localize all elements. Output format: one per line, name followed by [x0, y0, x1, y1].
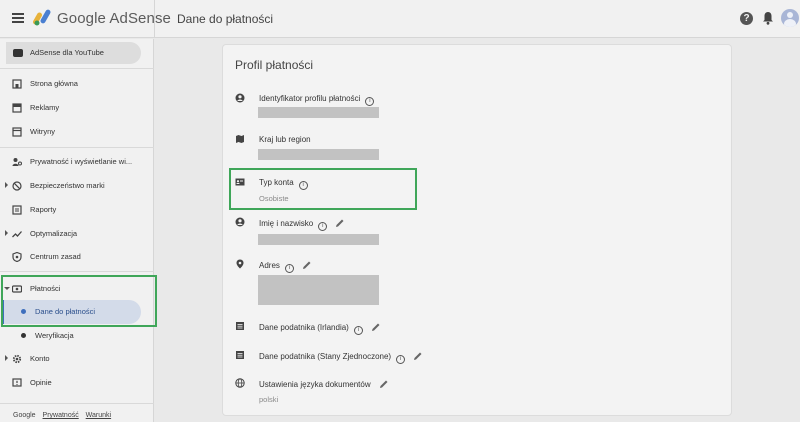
sidebar-item-feedback[interactable]: Opinie [0, 374, 154, 392]
pencil-icon[interactable] [371, 322, 381, 332]
sidebar-item-label: Konto [30, 354, 50, 363]
top-app-bar: Google AdSense Dane do płatności ? [0, 0, 800, 38]
sidebar-item-privacy[interactable]: Prywatność i wyświetlanie wi... [0, 153, 154, 171]
payment-profile-card: Profil płatności Identyfikator profilu p… [222, 44, 732, 416]
field-label: Imię i nazwisko i [259, 218, 345, 231]
sidebar-divider [0, 68, 154, 69]
sidebar-divider [0, 147, 154, 148]
avatar[interactable] [781, 9, 799, 27]
account-type-highlight-box [229, 168, 417, 210]
home-icon [12, 79, 22, 89]
pencil-icon[interactable] [302, 260, 312, 270]
adsense-logo [33, 9, 51, 26]
gear-icon [12, 354, 22, 364]
footer-google: Google [13, 412, 36, 419]
pin-icon [236, 259, 244, 269]
map-icon [236, 135, 244, 143]
feedback-icon [12, 378, 22, 387]
ads-icon [12, 103, 22, 113]
redacted-value [258, 149, 379, 160]
sidebar-item-home[interactable]: Strona główna [0, 75, 154, 93]
info-icon[interactable]: i [284, 264, 294, 273]
sidebar-item-label: Witryny [30, 127, 55, 136]
pencil-icon[interactable] [379, 379, 389, 389]
globe-icon [235, 378, 245, 388]
sidebar-item-brand-safety[interactable]: Bezpieczeństwo marki [0, 177, 154, 195]
field-label: Kraj lub region [259, 135, 311, 144]
bell-icon[interactable] [762, 11, 774, 25]
pencil-icon[interactable] [413, 351, 423, 361]
sites-icon [12, 127, 22, 137]
sidebar-divider [0, 271, 154, 272]
menu-icon[interactable] [12, 13, 24, 23]
sidebar-item-label: Bezpieczeństwo marki [30, 181, 105, 190]
sidebar-subitem-label: Weryfikacja [35, 331, 74, 340]
field-tax-info-us: Dane podatnika (Stany Zjednoczone) i [223, 350, 731, 374]
sidebar-item-label: Strona główna [30, 79, 78, 88]
pencil-icon[interactable] [335, 218, 345, 228]
sidebar-item-reports[interactable]: Raporty [0, 201, 154, 219]
field-document-language: Ustawienia języka dokumentów polski [223, 378, 731, 414]
field-label: Dane podatnika (Irlandia) i [259, 322, 381, 335]
document-icon [236, 351, 244, 359]
header-divider [154, 0, 155, 38]
redacted-value [258, 234, 379, 245]
field-tax-info-ireland: Dane podatnika (Irlandia) i [223, 321, 731, 345]
sidebar-item-label: Reklamy [30, 103, 60, 112]
person-icon [235, 93, 245, 103]
field-payment-profile-id: Identyfikator profilu płatności i [223, 93, 731, 133]
sidebar-item-label: AdSense dla YouTube [30, 48, 104, 57]
page-title: Dane do płatności [177, 12, 274, 26]
sidebar-item-ads[interactable]: Reklamy [0, 99, 154, 117]
terms-link[interactable]: Warunki [86, 412, 111, 419]
privacy-link[interactable]: Prywatność [43, 412, 79, 419]
sidebar-item-label: Centrum zasad [30, 252, 81, 261]
block-icon [12, 181, 22, 191]
sidebar-item-optimization[interactable]: Optymalizacja [0, 225, 154, 243]
info-icon[interactable]: i [353, 326, 363, 335]
sidebar-nav: AdSense dla YouTube Strona główna Reklam… [0, 39, 154, 422]
sidebar-item-label: Opinie [30, 378, 52, 387]
field-value: polski [259, 395, 279, 404]
privacy-icon [12, 158, 22, 166]
card-title: Profil płatności [235, 58, 314, 72]
info-icon[interactable]: i [318, 222, 328, 231]
sidebar-item-policy-center[interactable]: Centrum zasad [0, 248, 154, 266]
sidebar-divider [0, 403, 154, 404]
sidebar-footer: Google Prywatność Warunki [13, 412, 116, 419]
reports-icon [12, 205, 22, 215]
sidebar-item-adsense-youtube[interactable]: AdSense dla YouTube [6, 42, 141, 64]
sidebar-item-label: Optymalizacja [30, 229, 78, 238]
sidebar-item-label: Prywatność i wyświetlanie wi... [30, 157, 133, 166]
field-label: Ustawienia języka dokumentów [259, 379, 389, 389]
shield-icon [12, 252, 22, 262]
field-full-name: Imię i nazwisko i [223, 217, 731, 257]
field-label: Adres i [259, 260, 312, 273]
payments-highlight-box [1, 275, 157, 327]
chevron-right-icon[interactable] [5, 230, 8, 236]
sidebar-item-label: Raporty [30, 205, 57, 214]
youtube-icon [13, 49, 23, 57]
redacted-value [258, 107, 379, 118]
help-icon[interactable]: ? [740, 12, 753, 25]
info-icon[interactable]: i [365, 97, 375, 106]
sidebar-item-sites[interactable]: Witryny [0, 123, 154, 141]
bullet-icon [21, 333, 26, 338]
info-icon[interactable]: i [396, 355, 406, 364]
trend-icon [12, 231, 22, 238]
chevron-right-icon[interactable] [5, 182, 8, 188]
redacted-value [258, 275, 379, 305]
field-label: Identyfikator profilu płatności i [259, 94, 375, 106]
person-icon [235, 217, 245, 227]
chevron-right-icon[interactable] [5, 355, 8, 361]
field-label: Dane podatnika (Stany Zjednoczone) i [259, 351, 423, 364]
sidebar-item-account[interactable]: Konto [0, 350, 154, 368]
document-icon [236, 322, 244, 330]
sidebar-subitem-verification[interactable]: Weryfikacja [0, 324, 154, 346]
